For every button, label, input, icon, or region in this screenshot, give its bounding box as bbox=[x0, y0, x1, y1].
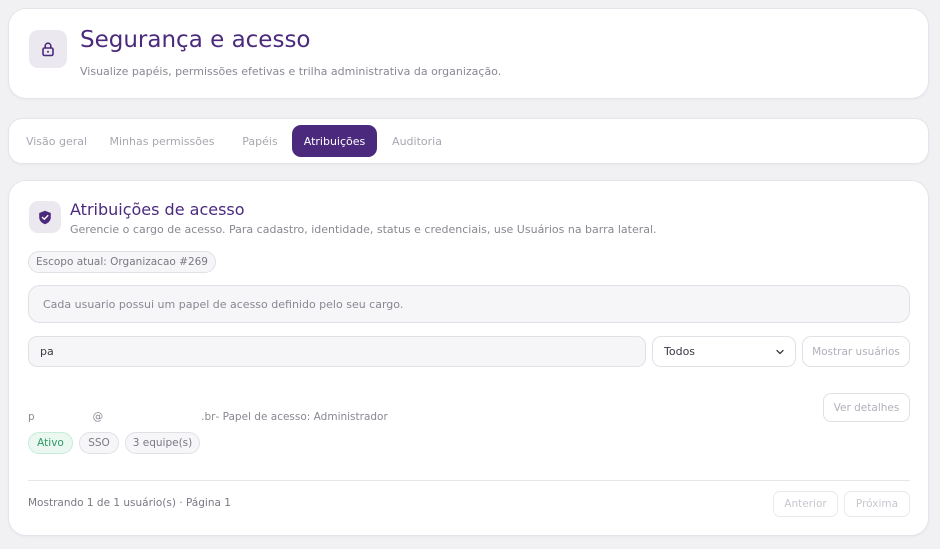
role-filter-select[interactable]: Todos bbox=[652, 336, 796, 367]
scope-badge: Escopo atual: Organizacao #269 bbox=[28, 251, 216, 273]
view-details-button[interactable]: Ver detalhes bbox=[823, 393, 910, 422]
tab-atribuicoes[interactable]: Atribuições bbox=[292, 125, 377, 157]
search-input[interactable] bbox=[28, 336, 646, 367]
pagination-summary: Mostrando 1 de 1 usuário(s) · Página 1 bbox=[28, 497, 231, 509]
tab-minhas-permissoes[interactable]: Minhas permissões bbox=[104, 125, 220, 157]
previous-page-button[interactable]: Anterior bbox=[773, 491, 838, 517]
tab-bar: Visão geral Minhas permissões Papéis Atr… bbox=[8, 118, 929, 164]
redacted-block bbox=[34, 411, 93, 423]
section-description: Gerencie o cargo de acesso. Para cadastr… bbox=[70, 223, 657, 236]
user-role-text: - Papel de acesso: Administrador bbox=[215, 411, 388, 423]
chevron-down-icon bbox=[776, 349, 784, 354]
next-page-button[interactable]: Próxima bbox=[844, 491, 910, 517]
user-summary: p @ .br - Papel de acesso: Administrador bbox=[28, 411, 388, 423]
shield-check-icon bbox=[29, 201, 61, 233]
lock-icon bbox=[29, 30, 67, 68]
tab-visao-geral[interactable]: Visão geral bbox=[17, 125, 96, 157]
section-title: Atribuições de acesso bbox=[70, 200, 245, 219]
status-badge: Ativo bbox=[28, 432, 73, 454]
page-title: Segurança e acesso bbox=[80, 27, 311, 53]
divider bbox=[28, 480, 910, 481]
info-banner: Cada usuario possui um papel de acesso d… bbox=[28, 285, 910, 323]
role-filter-value: Todos bbox=[664, 345, 696, 358]
page-header: Segurança e acesso Visualize papéis, per… bbox=[8, 8, 929, 99]
show-users-button[interactable]: Mostrar usuários bbox=[802, 336, 910, 367]
teams-badge: 3 equipe(s) bbox=[125, 432, 200, 454]
auth-badge: SSO bbox=[79, 432, 119, 454]
page-subtitle: Visualize papéis, permissões efetivas e … bbox=[80, 65, 502, 78]
tab-papeis[interactable]: Papéis bbox=[230, 125, 290, 157]
user-email-at: @ bbox=[92, 411, 104, 423]
redacted-block bbox=[103, 411, 202, 423]
tab-auditoria[interactable]: Auditoria bbox=[386, 125, 448, 157]
assignments-panel: Atribuições de acesso Gerencie o cargo d… bbox=[8, 180, 929, 536]
user-email-end: .br bbox=[201, 411, 216, 423]
user-email-start: p bbox=[28, 411, 35, 423]
